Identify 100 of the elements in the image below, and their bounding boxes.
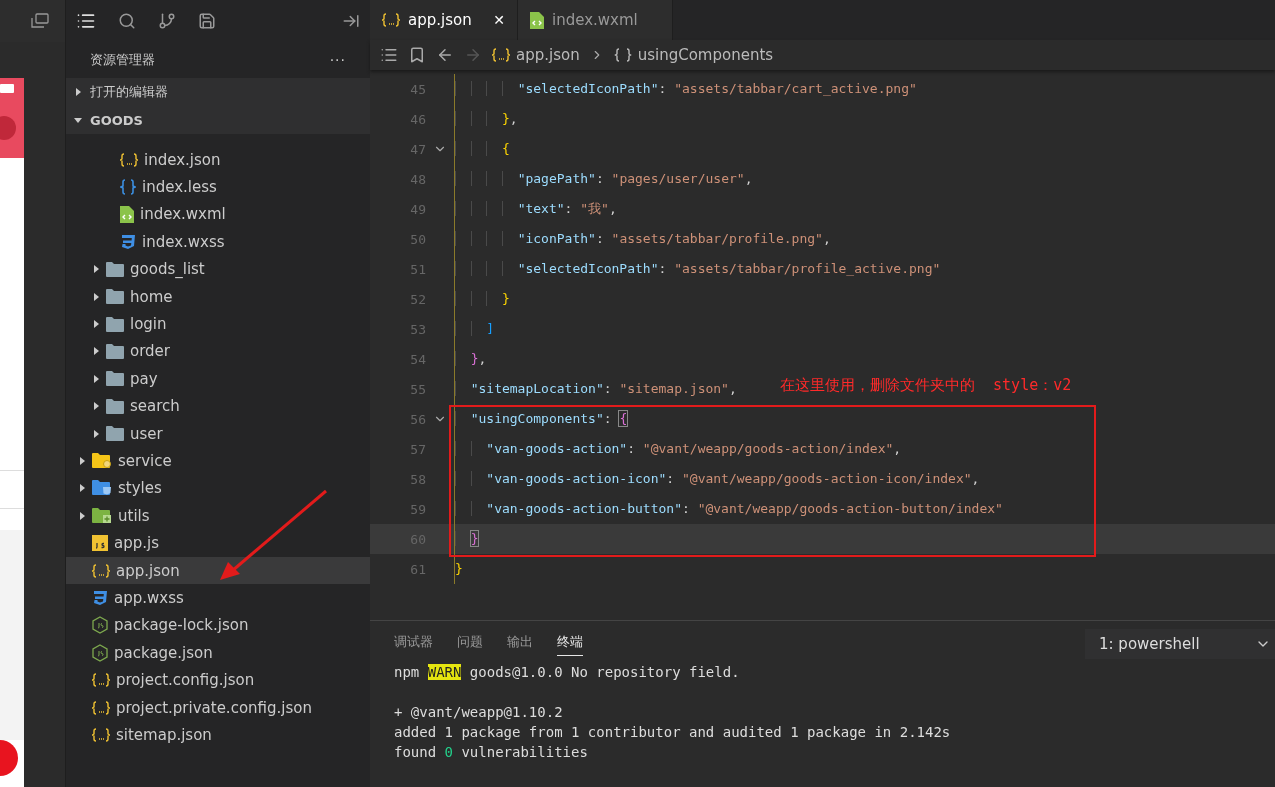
file-tree-item[interactable]: package-lock.json [66,611,370,640]
branch-icon[interactable] [158,12,176,30]
line-number: 45 [409,81,426,97]
line-number: 46 [409,111,426,127]
code-file-icon [120,205,134,223]
hexagon-file-icon [92,643,108,662]
braces-file-icon [382,13,400,27]
braces-icon [613,48,632,62]
line-number: 54 [409,351,426,367]
line-number: 56 [409,411,426,427]
caret-icon[interactable] [92,374,100,383]
file-tree-item[interactable]: search [66,392,370,420]
more-icon[interactable]: ··· [329,52,346,68]
file-tree-item[interactable]: package.json [66,639,370,667]
code-line: }, [454,104,518,134]
code-line: "van-goods-action-icon": "@vant/weapp/goods-action-icon/index", [454,464,980,494]
code-line: ] [454,314,495,344]
terminal-line: + @vant/weapp@1.10.2 [394,703,564,722]
folder-icon [106,398,124,414]
explorer-title: 资源管理器 [90,51,155,69]
close-icon[interactable]: ✕ [493,12,505,28]
file-tree-item[interactable]: user [66,419,370,448]
folder-icon [106,343,124,359]
bookmark-icon[interactable] [408,46,426,64]
file-tree-item[interactable]: home [66,282,370,311]
file-tree-item[interactable]: login [66,310,370,338]
file-tree-item[interactable]: order [66,337,370,366]
caret-icon[interactable] [78,484,86,493]
hexagon-file-icon [92,616,108,635]
panel-tab[interactable]: 问题 [457,633,483,656]
code-line: { [454,134,510,164]
explorer-section[interactable]: GOODS [66,106,370,134]
file-tree-item[interactable]: sitemap.json [66,721,370,749]
caret-icon[interactable] [78,511,86,520]
braces-file-icon [120,152,138,167]
windows-icon[interactable] [31,13,49,29]
folder-gear-icon [92,453,112,469]
folder-icon [106,371,124,387]
file-tree-item[interactable]: app.wxss [66,584,370,612]
file-tree-item[interactable]: pay [66,365,370,393]
file-tree-item[interactable]: app.json [66,556,370,585]
folder-icon [106,261,124,277]
breadcrumb-item[interactable]: app.json [516,46,580,64]
file-tree-item[interactable]: index.json [66,146,370,174]
line-number: 57 [409,441,426,457]
terminal-select[interactable]: 1: powershell [1085,629,1275,659]
file-tree-item[interactable]: index.wxss [66,228,370,256]
code-line: "selectedIconPath": "assets/tabbar/cart_active.png" [454,74,917,104]
panel-tab[interactable]: 终端 [557,633,583,656]
terminal-line: found 0 vulnerabilities [394,743,589,762]
braces-file-icon [92,727,110,742]
file-tree-item[interactable]: service [66,447,370,475]
caret-icon[interactable] [92,347,100,356]
editor-tab[interactable]: app.json ✕ [370,0,518,40]
css-file-icon [120,233,136,250]
js-file-icon [92,535,108,552]
line-number: 59 [409,501,426,517]
file-tree-item[interactable]: project.private.config.json [66,693,370,722]
caret-icon[interactable] [78,457,86,465]
file-tree-item[interactable]: index.less [66,173,370,201]
editor-tab[interactable]: index.wxml [518,0,673,40]
file-tree-item[interactable]: index.wxml [66,200,370,229]
caret-icon[interactable] [92,265,100,274]
explorer-section[interactable]: 打开的编辑器 [66,78,370,106]
file-tree-item[interactable]: project.config.json [66,666,370,694]
braces-file-icon [492,48,510,62]
save-icon[interactable] [198,12,216,30]
folder-icon [106,426,124,442]
code-line: "pagePath": "pages/user/user", [454,164,753,194]
code-line: } [454,554,463,584]
caret-icon[interactable] [92,320,100,329]
breadcrumb-item[interactable]: usingComponents [637,46,774,64]
caret-icon[interactable] [92,402,100,411]
code-line: "selectedIconPath": "assets/tabbar/profile_active.png" [454,254,941,284]
line-number: 58 [409,471,426,487]
file-tree-item[interactable]: utils [66,502,370,530]
outline-icon[interactable] [380,46,398,64]
line-number: 49 [409,201,426,217]
code-line: "van-goods-action": "@vant/weapp/goods-action/index", [454,434,902,464]
file-tree-item[interactable]: styles [66,474,370,503]
braces-file-icon [92,563,110,578]
caret-icon[interactable] [74,116,82,124]
panel-tab[interactable]: 调试器 [394,633,433,656]
file-tree-item[interactable]: app.js [66,529,370,557]
caret-icon[interactable] [74,88,82,96]
back-icon[interactable] [436,46,454,64]
folder-plus-icon [92,507,112,524]
code-line: "text": "我", [454,194,617,224]
caret-icon[interactable] [92,292,100,301]
search-icon[interactable] [118,12,136,30]
folder-css-icon [92,480,112,497]
braces-file-icon [92,673,110,688]
collapse-icon[interactable] [342,12,360,30]
file-tree-item[interactable]: goods_list [66,255,370,283]
caret-icon[interactable] [92,429,100,438]
folder-icon [106,316,124,332]
line-number: 51 [409,261,426,277]
terminal-line: added 1 package from 1 contributor and audited 1 package in 2.142s [394,723,952,742]
panel-tab[interactable]: 输出 [507,633,533,656]
explorer-icon[interactable] [76,11,96,31]
